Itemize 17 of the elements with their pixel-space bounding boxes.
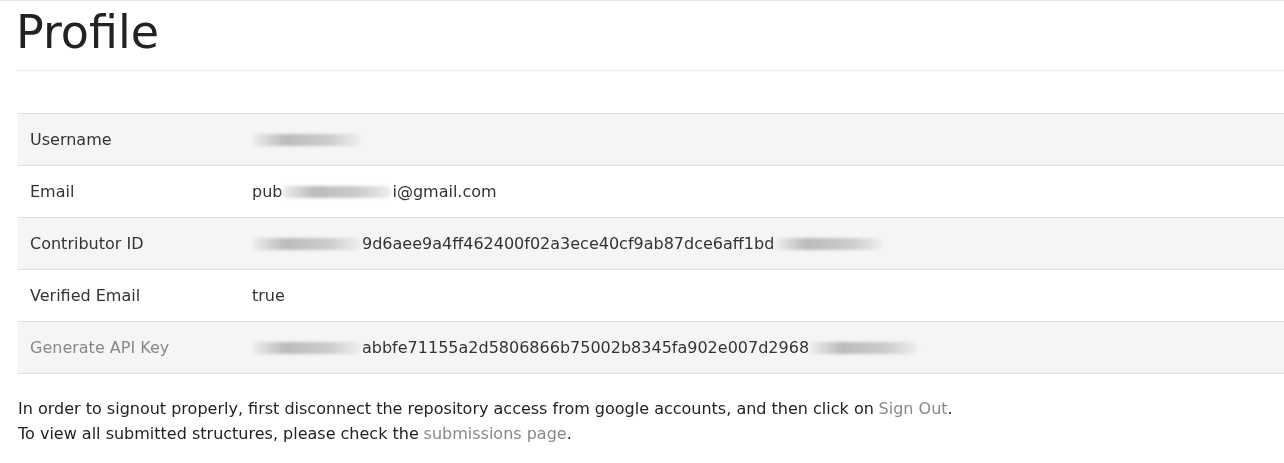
field-value: abbfe71155a2d5806866b75002b8345fa902e007d2968 — [362, 338, 810, 358]
field-label: Contributor ID — [29, 234, 145, 254]
page-title: Profile — [16, 1, 1284, 72]
note-link[interactable]: Sign Out — [878, 399, 948, 419]
note-text: In order to signout properly, first disconnect the repository access from google accounts, and then click on — [18, 399, 874, 419]
field-value: i@gmail.com — [392, 182, 497, 202]
note-link[interactable]: submissions page — [423, 424, 567, 444]
field-label: Email — [29, 182, 76, 202]
field-value: pub — [252, 182, 283, 202]
note-text: . — [566, 424, 572, 444]
field-label: Username — [29, 130, 113, 150]
generate-key-link[interactable]: Generate API Key — [18, 338, 252, 358]
note-text: . — [947, 399, 953, 419]
field-label: Verified Email — [29, 286, 142, 306]
field-value: true — [252, 286, 285, 306]
note-text: To view all submitted structures, please check the — [18, 424, 419, 444]
field-value: 9d6aee9a4ff462400f02a3ece40cf9ab87dce6aff1bd — [362, 234, 775, 254]
